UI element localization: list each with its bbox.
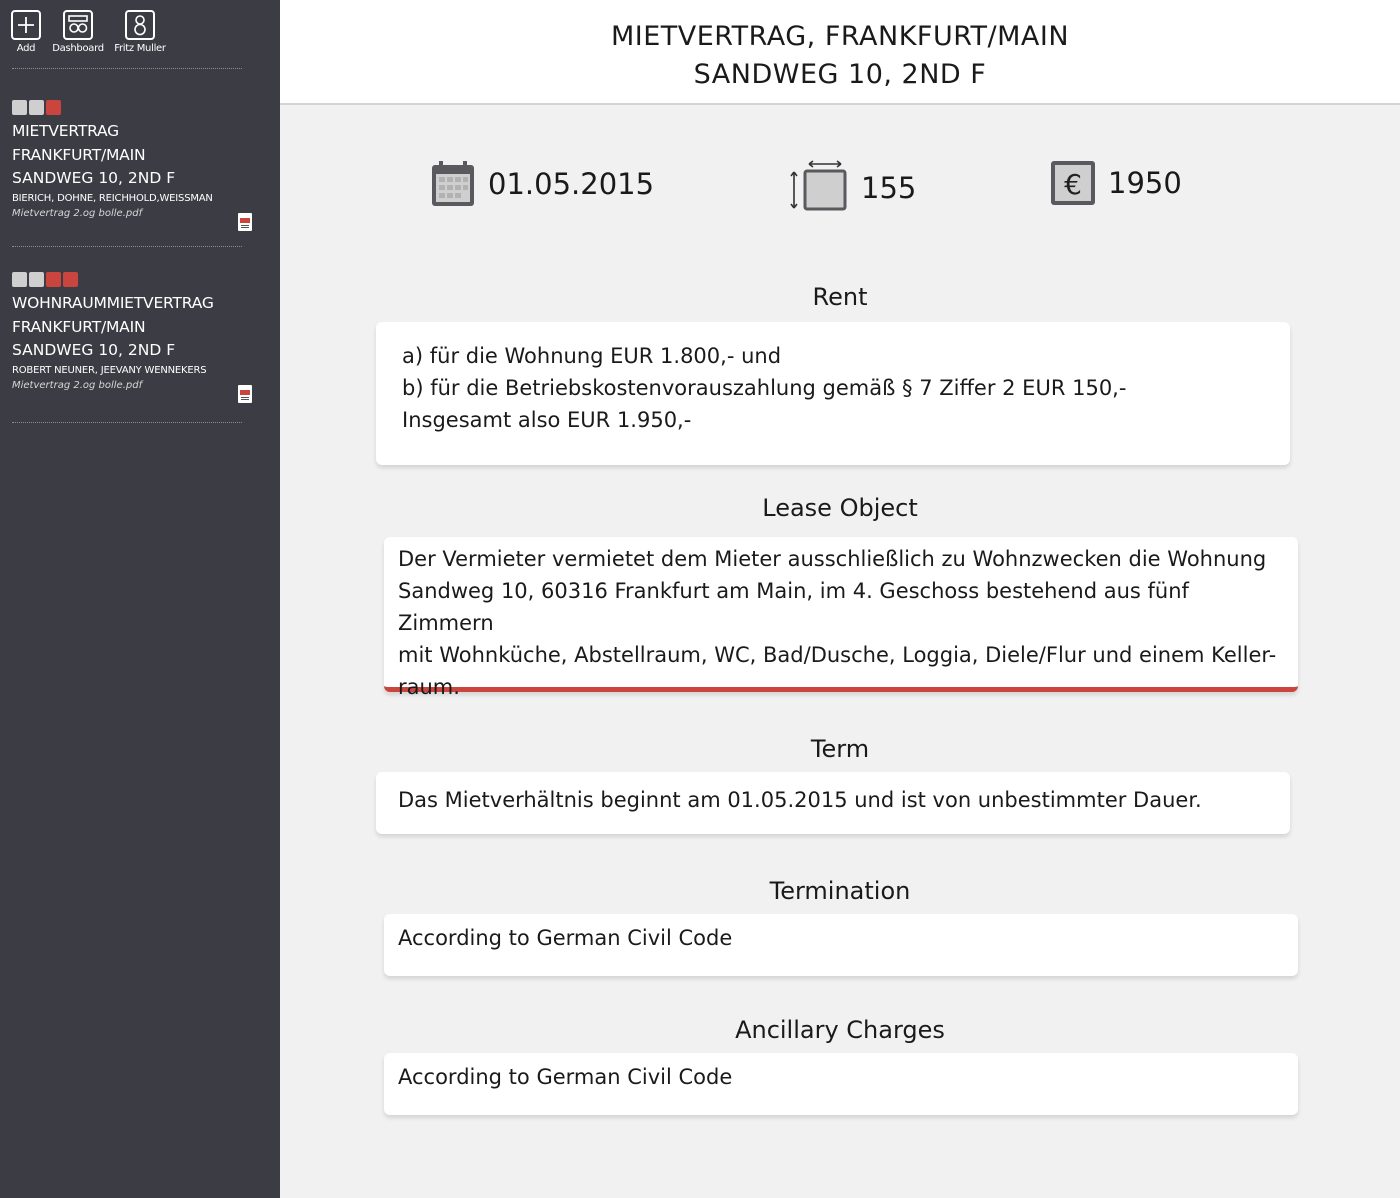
divider [12, 68, 242, 69]
status-square [29, 100, 44, 115]
user-label: Fritz Muller [114, 43, 166, 54]
status-indicator [12, 100, 252, 115]
user-icon [125, 10, 155, 40]
start-date-stat: 01.05.2015 [430, 160, 654, 208]
ancillary-text: According to German Civil Code [398, 1065, 733, 1089]
lease-object-line: Sandweg 10, 60316 Frankfurt am Main, im … [398, 579, 1189, 635]
status-square [63, 272, 78, 287]
lease-object-line: mit Wohnküche, Abstellraum, WC, Bad/Dusc… [398, 643, 1277, 667]
dashboard-label: Dashboard [52, 43, 104, 54]
size-value: 155 [861, 171, 917, 205]
page-title: MIETVERTRAG, FRANKFURT/MAIN [610, 21, 1070, 52]
term-card[interactable]: Das Mietverhältnis beginnt am 01.05.2015… [376, 772, 1290, 834]
pdf-icon[interactable] [238, 385, 252, 403]
contract-people: Robert Neuner, Jeevany Wennekers [12, 365, 207, 376]
termination-section-title: Termination [769, 877, 911, 905]
termination-text: According to German Civil Code [398, 926, 733, 950]
contract-address: Sandweg 10, 2nd F [12, 169, 176, 187]
contract-city: Frankfurt/Main [12, 318, 146, 336]
status-square [46, 100, 61, 115]
euro-icon: € [1051, 161, 1095, 205]
pdf-icon[interactable] [238, 213, 252, 231]
rent-stat: € 1950 [1050, 160, 1182, 206]
rent-section-title: Rent [812, 283, 868, 311]
rent-value: 1950 [1108, 166, 1182, 200]
contract-city: Frankfurt/Main [12, 146, 146, 164]
start-date-value: 01.05.2015 [488, 167, 655, 201]
add-label: Add [16, 43, 36, 54]
status-indicator [12, 272, 252, 287]
page-header: MIETVERTRAG, FRANKFURT/MAIN SANDWEG 10, … [280, 0, 1400, 105]
page-subtitle: SANDWEG 10, 2ND F [693, 59, 987, 90]
rent-line: b) für die Betriebskostenvorauszahlung g… [402, 376, 1127, 400]
rent-card[interactable]: a) für die Wohnung EUR 1.800,- und b) fü… [376, 322, 1290, 465]
contract-file[interactable]: Mietvertrag 2.og bolle.pdf [12, 379, 252, 393]
size-stat: 155 [785, 160, 916, 216]
status-square [12, 100, 27, 115]
status-square [12, 272, 27, 287]
ancillary-section-title: Ancillary Charges [735, 1016, 945, 1044]
dashboard-button[interactable]: Dashboard [52, 10, 104, 54]
dashboard-icon [63, 10, 93, 40]
contract-people: Bierich, Dohne, Reichhold,Weissman [12, 193, 213, 204]
term-text: Das Mietverhältnis beginnt am 01.05.2015… [398, 788, 1202, 812]
termination-card[interactable]: According to German Civil Code [384, 914, 1298, 976]
contract-item[interactable]: Mietvertrag Frankfurt/Main Sandweg 10, 2… [12, 100, 252, 231]
area-icon [790, 160, 847, 211]
rent-line: a) für die Wohnung EUR 1.800,- und [402, 344, 782, 368]
rent-line: Insgesamt also EUR 1.950,- [402, 408, 692, 432]
term-section-title: Term [810, 735, 870, 763]
lease-object-section-title: Lease Object [762, 494, 918, 522]
sidebar: Add Dashboard Fritz Muller MIETVERTRAG F… [0, 0, 280, 1198]
divider [12, 422, 242, 423]
status-square [29, 272, 44, 287]
lease-object-card[interactable]: Der Vermieter vermietet dem Mieter aussc… [384, 537, 1298, 699]
divider [12, 246, 242, 247]
calendar-icon [432, 161, 474, 206]
sidebar-toolbar: Add Dashboard Fritz Muller [10, 10, 166, 54]
contract-item[interactable]: Wohnraummietvertrag Frankfurt/Main Sandw… [12, 272, 252, 403]
plus-square-icon [11, 10, 41, 40]
svg-text:€: € [1064, 168, 1082, 201]
status-square [46, 272, 61, 287]
contract-title: Wohnraummietvertrag [12, 294, 214, 312]
user-button[interactable]: Fritz Muller [114, 10, 166, 54]
ancillary-card[interactable]: According to German Civil Code [384, 1053, 1298, 1115]
lease-object-line: Der Vermieter vermietet dem Mieter aussc… [398, 547, 1267, 571]
add-button[interactable]: Add [10, 10, 42, 54]
contract-address: Sandweg 10, 2nd F [12, 341, 176, 359]
contract-title: Mietvertrag [12, 122, 119, 140]
lease-object-line: raum. [398, 675, 460, 699]
contract-file[interactable]: Mietvertrag 2.og bolle.pdf [12, 207, 252, 221]
